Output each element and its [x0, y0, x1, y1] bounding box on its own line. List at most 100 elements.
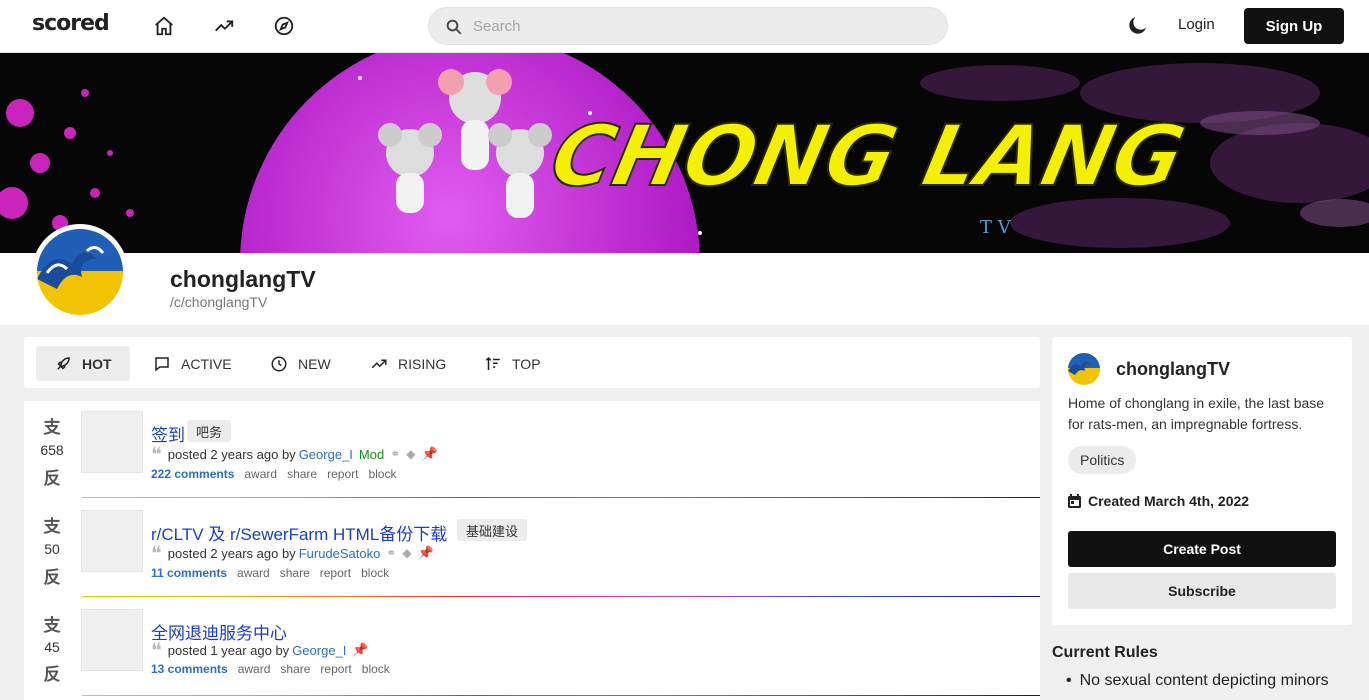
- pin-icon: 📌: [352, 642, 369, 657]
- tab-new[interactable]: NEW: [252, 346, 349, 381]
- tab-rising-label: RISING: [398, 355, 447, 372]
- top-navbar: scored Login Sign Up: [0, 0, 1369, 53]
- community-name: chonglangTV: [170, 266, 316, 292]
- tab-active[interactable]: ACTIVE: [135, 346, 250, 381]
- post-flair: 吧务: [187, 420, 232, 442]
- banner-title-text: CHONG LANG: [543, 108, 1193, 206]
- block-link[interactable]: block: [368, 467, 396, 481]
- downvote-button[interactable]: 反: [42, 563, 62, 588]
- community-sidebar: chonglangTV Home of chonglang in exile, …: [1052, 337, 1352, 625]
- quote-icon: ❝: [151, 638, 162, 662]
- post-actions: 11 comments award share report block: [151, 566, 389, 580]
- post-meta: ❝ posted 1 year ago by George_I 📌: [151, 638, 369, 662]
- posted-text: posted 2 years ago by: [167, 545, 296, 561]
- clock-icon: [271, 356, 287, 371]
- tab-top[interactable]: TOP: [466, 346, 559, 381]
- author-link[interactable]: George_I: [299, 447, 353, 462]
- banner-artwork: CHONG LANG T V: [0, 53, 1369, 253]
- category-tag[interactable]: Politics: [1068, 446, 1137, 474]
- post-actions: 222 comments award share report block: [151, 467, 396, 481]
- rule-item: • No sexual content depicting minors: [1066, 672, 1329, 690]
- share-link[interactable]: share: [280, 566, 310, 580]
- trending-icon[interactable]: [211, 13, 237, 39]
- search-icon: [446, 19, 462, 35]
- author-link[interactable]: George_I: [292, 643, 346, 658]
- post-title[interactable]: 全网退迪服务中心: [151, 619, 287, 644]
- mod-badge: Mod: [358, 446, 385, 462]
- award-link[interactable]: award: [244, 467, 277, 481]
- posted-text: posted 2 years ago by: [167, 446, 296, 462]
- login-link[interactable]: Login: [1178, 16, 1215, 33]
- created-text: Created March 4th, 2022: [1088, 493, 1250, 509]
- post-divider: [82, 695, 1040, 696]
- eraser-icon: ◆: [402, 546, 412, 560]
- vote-score: 45: [44, 639, 60, 655]
- site-logo[interactable]: scored: [32, 11, 110, 36]
- rocket-icon: [57, 356, 70, 370]
- post-meta: ❝ posted 2 years ago by George_I Mod ⚭ ◆…: [151, 442, 438, 466]
- community-avatar: [32, 224, 128, 320]
- post-divider: [82, 497, 1040, 498]
- pin-icon: 📌: [417, 545, 434, 560]
- post-title[interactable]: r/CLTV 及 r/SewerFarm HTML备份下载: [151, 520, 447, 545]
- post-item: 支 45 反 全网退迪服务中心 ❝ posted 1 year ago by G…: [24, 599, 1040, 696]
- post-thumbnail[interactable]: [81, 609, 143, 671]
- report-link[interactable]: report: [320, 662, 351, 676]
- signup-button[interactable]: Sign Up: [1244, 8, 1344, 44]
- handshake-icon: ⚭: [390, 447, 401, 461]
- sort-icon: [485, 356, 500, 370]
- quote-icon: ❝: [151, 442, 162, 466]
- post-divider: [82, 596, 1040, 597]
- tab-new-label: NEW: [298, 355, 331, 372]
- handshake-icon: ⚭: [386, 546, 397, 560]
- post-meta: ❝ posted 2 years ago by FurudeSatoko ⚭ ◆…: [151, 541, 434, 565]
- comments-link[interactable]: 222 comments: [151, 467, 234, 481]
- report-link[interactable]: report: [320, 566, 351, 580]
- share-link[interactable]: share: [287, 467, 317, 481]
- sort-bar: HOT ACTIVE NEW RISING TOP: [24, 337, 1040, 388]
- rules-heading: Current Rules: [1052, 644, 1158, 661]
- subscribe-button[interactable]: Subscribe: [1068, 573, 1336, 609]
- community-path: /c/chonglangTV: [170, 294, 268, 310]
- upvote-button[interactable]: 支: [42, 611, 62, 636]
- post-list: 支 658 反 签到 吧务 ❝ posted 2 years ago by Ge…: [24, 401, 1040, 700]
- comments-link[interactable]: 11 comments: [151, 566, 227, 580]
- comments-link[interactable]: 13 comments: [151, 662, 228, 676]
- search-input[interactable]: [473, 15, 933, 37]
- block-link[interactable]: block: [361, 566, 389, 580]
- report-link[interactable]: report: [327, 467, 358, 481]
- share-link[interactable]: share: [280, 662, 310, 676]
- post-item: 支 658 反 签到 吧务 ❝ posted 2 years ago by Ge…: [24, 401, 1040, 498]
- pin-icon: 📌: [421, 446, 438, 461]
- tab-top-label: TOP: [512, 355, 541, 372]
- post-actions: 13 comments award share report block: [151, 662, 390, 676]
- block-link[interactable]: block: [362, 662, 390, 676]
- post-thumbnail[interactable]: [81, 510, 143, 572]
- post-flair: 基础建设: [457, 519, 528, 541]
- upvote-button[interactable]: 支: [42, 413, 62, 438]
- search-bar[interactable]: [428, 7, 948, 45]
- author-link[interactable]: FurudeSatoko: [299, 546, 381, 561]
- sidebar-avatar: [1068, 353, 1100, 385]
- post-item: 支 50 反 r/CLTV 及 r/SewerFarm HTML备份下载 基础建…: [24, 500, 1040, 597]
- moon-icon[interactable]: [1126, 13, 1152, 39]
- sidebar-community-name[interactable]: chonglangTV: [1116, 359, 1230, 380]
- award-link[interactable]: award: [238, 662, 271, 676]
- tab-active-label: ACTIVE: [181, 355, 232, 372]
- quote-icon: ❝: [151, 541, 162, 565]
- post-thumbnail[interactable]: [81, 411, 143, 473]
- rule-text: No sexual content depicting minors: [1079, 672, 1329, 689]
- create-post-button[interactable]: Create Post: [1068, 531, 1336, 567]
- bullet-icon: •: [1066, 672, 1072, 689]
- created-date: Created March 4th, 2022: [1068, 493, 1249, 509]
- upvote-button[interactable]: 支: [42, 512, 62, 537]
- tab-rising[interactable]: RISING: [352, 346, 464, 381]
- eraser-icon: ◆: [406, 447, 416, 461]
- award-link[interactable]: award: [237, 566, 270, 580]
- tab-hot[interactable]: HOT: [36, 346, 130, 381]
- banner-sub-text: T V: [980, 217, 1012, 238]
- home-icon[interactable]: [151, 13, 177, 39]
- downvote-button[interactable]: 反: [42, 464, 62, 489]
- compass-icon[interactable]: [271, 13, 297, 39]
- downvote-button[interactable]: 反: [42, 660, 62, 685]
